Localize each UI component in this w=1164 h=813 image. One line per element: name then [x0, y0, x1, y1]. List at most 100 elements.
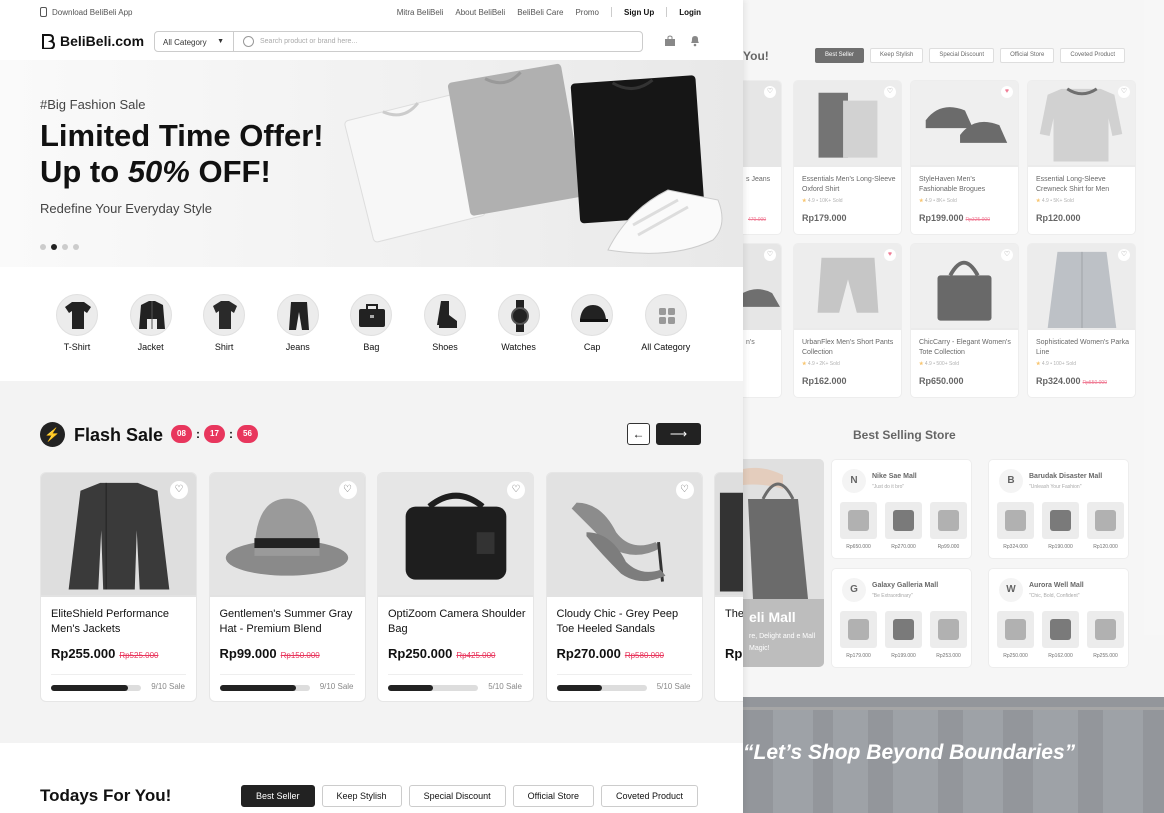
download-app-link[interactable]: Download BeliBeli App — [40, 7, 133, 17]
heart-icon[interactable]: ♡ — [1001, 249, 1013, 261]
carousel-dot-active[interactable] — [51, 244, 57, 250]
category-shoes[interactable]: Shoes — [410, 294, 480, 352]
store-card[interactable]: G Galaxy Galleria Mall "Be Extraordinary" R… — [831, 568, 972, 668]
category-tshirt[interactable]: T-Shirt — [42, 294, 112, 352]
tab-coveted-product[interactable]: Coveted Product — [1060, 48, 1126, 63]
carousel-dot[interactable] — [73, 244, 79, 250]
tab-special-discount[interactable]: Special Discount — [929, 48, 995, 63]
carousel-dot[interactable] — [40, 244, 46, 250]
arrow-right-icon[interactable]: ⟶ — [656, 423, 701, 445]
tab-keep-stylish[interactable]: Keep Stylish — [870, 48, 924, 63]
product-card[interactable]: ♡ ChicCarry - Elegant Women's Tote Collec… — [910, 243, 1019, 398]
store-logo-icon: B — [999, 469, 1023, 493]
flash-product-card[interactable]: ♡ Gentlemen's Summer Gray Hat - Premium B… — [208, 472, 366, 702]
caret-down-icon: ▼ — [217, 38, 224, 45]
flash-product-card[interactable]: ♡ EliteShield Performance Men's Jackets Rp… — [40, 472, 197, 702]
tab-official-store[interactable]: Official Store — [512, 785, 594, 807]
search-input[interactable]: Search product or brand here... — [233, 31, 643, 52]
store-product-price: Rp199.000 — [891, 653, 916, 659]
heart-icon[interactable]: ♡ — [675, 481, 694, 499]
carousel-dot[interactable] — [62, 244, 68, 250]
store-product-thumb[interactable] — [997, 611, 1034, 648]
category-cap[interactable]: Cap — [557, 294, 627, 352]
tab-best-seller[interactable]: Best Seller — [815, 48, 865, 63]
divider — [51, 674, 186, 675]
arrow-left-icon[interactable]: ← — [627, 423, 650, 445]
product-card[interactable]: ♡ Sophisticated Women's Parka Line ★ 4.9 •… — [1027, 243, 1136, 398]
store-card[interactable]: B Barudak Disaster Mall "Unleash Your Fash… — [988, 459, 1129, 559]
tab-official-store[interactable]: Official Store — [1000, 48, 1055, 63]
category-jacket[interactable]: Jacket — [116, 294, 186, 352]
sold-count: 10K+ Sold — [819, 198, 843, 204]
tab-coveted-product[interactable]: Coveted Product — [600, 785, 699, 807]
heart-icon[interactable]: ♡ — [1118, 86, 1130, 98]
tab-special-discount[interactable]: Special Discount — [408, 785, 506, 807]
product-name: Gentlemen's Summer Gray Hat - Premium Bl… — [219, 608, 353, 635]
store-product-thumb[interactable] — [997, 502, 1034, 539]
store-product-thumb[interactable] — [1042, 502, 1079, 539]
product-card[interactable]: ♡ Essential Long-Sleeve Crewneck Shirt fo… — [1027, 80, 1136, 235]
category-watches[interactable]: Watches — [484, 294, 554, 352]
login-link[interactable]: Login — [679, 8, 701, 17]
top-links: Mitra BeliBeli About BeliBeli BeliBeli C… — [397, 7, 701, 17]
store-product-thumb[interactable] — [1087, 611, 1124, 648]
product-card[interactable]: ♡ Essentials Men's Long-Sleeve Oxford Shi… — [793, 80, 902, 235]
todays-title: Todays For You! — [40, 786, 172, 805]
price-value: Rp... — [725, 646, 743, 661]
store-product-thumb[interactable] — [885, 611, 922, 648]
store-product-thumb[interactable] — [885, 502, 922, 539]
product-card-partial[interactable]: ♡ n's — [743, 243, 782, 398]
heart-icon[interactable]: ♡ — [1118, 249, 1130, 261]
link-care[interactable]: BeliBeli Care — [517, 8, 563, 17]
tab-best-seller[interactable]: Best Seller — [241, 785, 315, 807]
product-image: ♡ — [743, 244, 781, 330]
heart-icon[interactable]: ♡ — [764, 86, 776, 98]
heart-icon[interactable]: ♡ — [884, 86, 896, 98]
store-product-thumb[interactable] — [930, 502, 967, 539]
store-product-thumb[interactable] — [840, 611, 877, 648]
product-card[interactable]: ♥ UrbanFlex Men's Short Pants Collection ★… — [793, 243, 902, 398]
heart-icon[interactable]: ♥ — [884, 249, 896, 261]
store-product-thumb[interactable] — [1042, 611, 1079, 648]
flash-product-card[interactable]: ♡ The... Pre... Rp... — [714, 472, 743, 702]
sold-progress-fill — [388, 685, 433, 691]
heart-icon[interactable]: ♡ — [170, 481, 188, 499]
product-name: OptiZoom Camera Shoulder Bag — [388, 608, 526, 635]
promo-title: eli Mall — [749, 609, 796, 625]
sold-count: 100+ Sold — [1053, 361, 1077, 367]
store-product-thumb[interactable] — [1087, 502, 1124, 539]
promo-banner[interactable]: eli Mall re, Delight and e Mall Magic! — [743, 459, 824, 667]
link-about[interactable]: About BeliBeli — [455, 8, 505, 17]
category-select-value: All Category — [163, 38, 207, 47]
hero-banner[interactable]: #Big Fashion Sale Limited Time Offer! Up… — [0, 60, 743, 267]
category-shirt[interactable]: Shirt — [189, 294, 259, 352]
heart-icon[interactable]: ♥ — [1001, 86, 1013, 98]
divider — [556, 674, 692, 675]
link-mitra[interactable]: Mitra BeliBeli — [397, 8, 444, 17]
heart-icon[interactable]: ♡ — [507, 481, 525, 499]
store-card[interactable]: W Aurora Well Mall "Chic, Bold, Confident"… — [988, 568, 1129, 668]
tab-keep-stylish[interactable]: Keep Stylish — [321, 785, 402, 807]
filter-tabs: Best Seller Keep Stylish Special Discoun… — [241, 785, 699, 807]
sold-progress-fill — [51, 685, 128, 691]
bell-icon[interactable] — [689, 34, 701, 47]
link-promo[interactable]: Promo — [575, 8, 599, 17]
product-card-partial[interactable]: ♡ s Jeans 470.000 — [743, 80, 782, 235]
category-bag[interactable]: Bag — [336, 294, 406, 352]
category-all-category[interactable]: All Category — [631, 294, 701, 352]
store-product-thumb[interactable] — [930, 611, 967, 648]
store-card[interactable]: N Nike Sae Mall "Just do it bro" Rp650.000 R… — [831, 459, 972, 559]
store-product-thumb[interactable] — [840, 502, 877, 539]
secondary-page-preview: You! Best Seller Keep Stylish Special Di… — [743, 0, 1164, 813]
category-jeans[interactable]: Jeans — [263, 294, 333, 352]
heart-icon[interactable]: ♡ — [338, 481, 357, 499]
product-card[interactable]: ♥ StyleHaven Men's Fashionable Brogues ★ 4… — [910, 80, 1019, 235]
sold-progress-fill — [219, 685, 296, 691]
category-select[interactable]: All Category ▼ — [154, 31, 234, 52]
flash-product-card[interactable]: ♡ OptiZoom Camera Shoulder Bag Rp250.000 Rp… — [377, 472, 534, 702]
signup-link[interactable]: Sign Up — [624, 8, 654, 17]
logo[interactable]: BeliBeli.com — [40, 33, 144, 49]
flash-product-card[interactable]: ♡ Cloudy Chic - Grey Peep Toe Heeled Sand… — [545, 472, 703, 702]
shopping-bag-icon[interactable] — [664, 35, 676, 47]
product-name: Sophisticated Women's Parka Line — [1036, 339, 1130, 356]
